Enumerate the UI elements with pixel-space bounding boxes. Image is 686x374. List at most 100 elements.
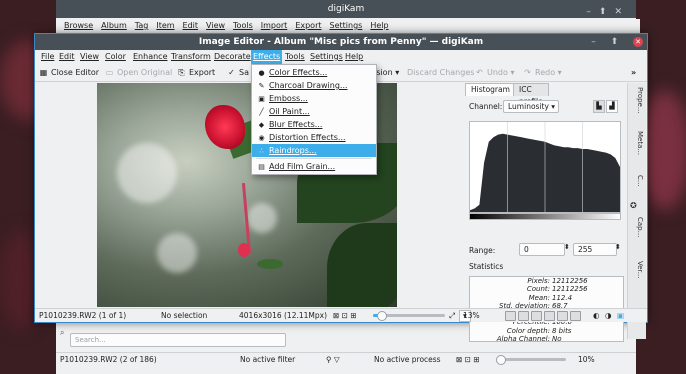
main-menu-help[interactable]: Help bbox=[366, 19, 392, 33]
linear-scale-icon[interactable]: ▙ bbox=[593, 100, 605, 113]
color-managed-view-icon[interactable]: ▣ bbox=[617, 309, 624, 322]
statistics-row: Mean: 112.4 bbox=[470, 294, 623, 302]
view-mode-4-icon[interactable] bbox=[544, 311, 555, 321]
effects-menu-item[interactable]: ╱ Oil Paint... bbox=[252, 105, 376, 118]
side-tab-metadata[interactable]: Meta... bbox=[630, 131, 644, 155]
main-window-title-text: digiKam bbox=[327, 4, 365, 14]
editor-status-size: 4016x3016 (12.11Mpx) bbox=[239, 311, 327, 320]
bokeh-light bbox=[157, 233, 197, 273]
main-menubar: Browse Album Tag Item Edit View Tools Import Exp… bbox=[56, 19, 640, 33]
undo-label: Undo bbox=[487, 68, 508, 77]
filter-icon[interactable]: ⚲ ▽ bbox=[326, 353, 340, 367]
menu-effects[interactable]: Effects bbox=[251, 50, 283, 64]
view-mode-2-icon[interactable] bbox=[518, 311, 529, 321]
menu-settings[interactable]: Settings bbox=[308, 50, 345, 64]
range-min-spinner[interactable]: ⬍ bbox=[564, 243, 570, 251]
zoom-100-icon[interactable]: ⤢ bbox=[449, 309, 455, 322]
menu-edit[interactable]: Edit bbox=[57, 50, 77, 64]
overexposure-icon[interactable]: ◑ bbox=[605, 309, 612, 322]
discard-changes-label: Discard Changes bbox=[407, 68, 475, 77]
log-scale-icon[interactable]: ▟ bbox=[606, 100, 618, 113]
tab-icc-profile[interactable]: ICC profile bbox=[513, 83, 549, 106]
menu-view[interactable]: View bbox=[78, 50, 101, 64]
discard-changes-button[interactable]: Discard Changes bbox=[407, 65, 474, 81]
globe-icon[interactable]: ✪ bbox=[630, 201, 644, 210]
editor-zoom-slider[interactable] bbox=[373, 311, 445, 321]
view-mode-1-icon[interactable] bbox=[505, 311, 516, 321]
save-button[interactable]: ✓ Sa bbox=[227, 65, 249, 81]
hibiscus-flower bbox=[205, 105, 245, 149]
channel-select[interactable]: Luminosity ▾ bbox=[503, 100, 559, 113]
redo-button[interactable]: ↷ Redo ▾ bbox=[523, 65, 562, 81]
effects-menu-item[interactable]: ● Color Effects... bbox=[252, 66, 376, 79]
main-menu-tools[interactable]: Tools bbox=[229, 19, 257, 33]
range-max-spinner[interactable]: ⬍ bbox=[615, 243, 621, 251]
main-menu-settings[interactable]: Settings bbox=[326, 19, 367, 33]
main-menu-export[interactable]: Export bbox=[291, 19, 325, 33]
search-input[interactable]: Search... bbox=[70, 333, 286, 347]
menu-file[interactable]: File bbox=[39, 50, 56, 64]
main-status-zoom[interactable]: 10% bbox=[578, 353, 595, 367]
side-tab-versions[interactable]: Ver... bbox=[630, 261, 644, 278]
effects-menu-item[interactable]: ∴ Raindrops... bbox=[252, 144, 376, 157]
close-editor-button[interactable]: ▦ Close Editor bbox=[39, 65, 99, 81]
right-sidebar-tabs: Prope... Meta... C... ✪ Cap... Ver... ✎ bbox=[627, 83, 646, 339]
zoom-fit-icons[interactable]: ⊠ ⊡ ⊞ bbox=[333, 309, 357, 322]
editor-zoom-slider-knob[interactable] bbox=[377, 311, 387, 321]
view-mode-6-icon[interactable] bbox=[570, 311, 581, 321]
menu-tools[interactable]: Tools bbox=[283, 50, 307, 64]
menu-transform[interactable]: Transform bbox=[169, 50, 213, 64]
menu-help[interactable]: Help bbox=[343, 50, 365, 64]
effects-menu-item-label: Raindrops... bbox=[269, 146, 317, 155]
effects-menu-item[interactable]: ✎ Charcoal Drawing... bbox=[252, 79, 376, 92]
save-label: Sa bbox=[239, 68, 249, 77]
effects-menu-item[interactable]: ◉ Distortion Effects... bbox=[252, 131, 376, 144]
raindrops-icon: ∴ bbox=[259, 147, 264, 155]
menu-decorate[interactable]: Decorate bbox=[212, 50, 253, 64]
range-min-input[interactable]: 0 bbox=[519, 243, 565, 256]
side-tab-captions[interactable]: Cap... bbox=[630, 217, 644, 237]
effects-menu-item[interactable]: ◆ Blur Effects... bbox=[252, 118, 376, 131]
grid-icon: ▦ bbox=[39, 68, 48, 77]
effects-menu-item[interactable]: ▣ Emboss... bbox=[252, 92, 376, 105]
open-original-button[interactable]: ▭ Open Original bbox=[105, 65, 173, 81]
toolbar-overflow-button[interactable]: » bbox=[631, 65, 636, 81]
tab-histogram[interactable]: Histogram bbox=[465, 83, 516, 96]
tag-icon: ⌕ bbox=[60, 328, 65, 337]
range-min-value: 0 bbox=[524, 245, 529, 254]
editor-zoom-select[interactable]: 13% ▾ bbox=[459, 310, 480, 322]
export-button[interactable]: ⎘ Export bbox=[177, 65, 215, 81]
view-mode-3-icon[interactable] bbox=[531, 311, 542, 321]
menu-enhance[interactable]: Enhance bbox=[131, 50, 170, 64]
image-icon: ▭ bbox=[105, 68, 114, 77]
bud bbox=[257, 259, 283, 269]
main-menu-view[interactable]: View bbox=[202, 19, 229, 33]
main-menu-item[interactable]: Item bbox=[152, 19, 178, 33]
main-menu-album[interactable]: Album bbox=[97, 19, 131, 33]
main-menu-edit[interactable]: Edit bbox=[179, 19, 203, 33]
underexposure-icon[interactable]: ◐ bbox=[593, 309, 600, 322]
main-menu-browse[interactable]: Browse bbox=[60, 19, 97, 33]
side-tab-colors[interactable]: C... bbox=[630, 175, 644, 187]
view-mode-5-icon[interactable] bbox=[557, 311, 568, 321]
side-tab-properties[interactable]: Prope... bbox=[630, 87, 644, 114]
editor-status-selection: No selection bbox=[161, 311, 208, 320]
range-max-input[interactable]: 255 bbox=[573, 243, 617, 256]
hibiscus-pistil bbox=[238, 243, 250, 257]
statistics-value: 8 bits bbox=[552, 326, 572, 335]
main-menu-import[interactable]: Import bbox=[257, 19, 292, 33]
statistics-value: 112.4 bbox=[552, 293, 573, 302]
effects-menu-item-label: Color Effects... bbox=[269, 68, 328, 77]
effects-menu-item[interactable]: ▤ Add Film Grain... bbox=[252, 160, 376, 173]
close-window-icon[interactable]: ✕ bbox=[633, 36, 643, 47]
main-zoom-slider[interactable] bbox=[496, 355, 566, 365]
menu-color[interactable]: Color bbox=[103, 50, 128, 64]
effects-menu-item-label: Oil Paint... bbox=[269, 107, 310, 116]
editor-window-controls[interactable]: – ⬆ ✕ bbox=[591, 34, 643, 50]
main-statusbar: P1010239.RW2 (2 of 186) No active filter… bbox=[56, 352, 636, 367]
zoom-fit-icons[interactable]: ⊠ ⊡ ⊞ bbox=[456, 353, 480, 367]
main-menu-tag[interactable]: Tag bbox=[131, 19, 153, 33]
leaf-shape bbox=[327, 223, 397, 307]
statistics-key: Mean: bbox=[528, 293, 550, 302]
undo-button[interactable]: ↶ Undo ▾ bbox=[475, 65, 514, 81]
